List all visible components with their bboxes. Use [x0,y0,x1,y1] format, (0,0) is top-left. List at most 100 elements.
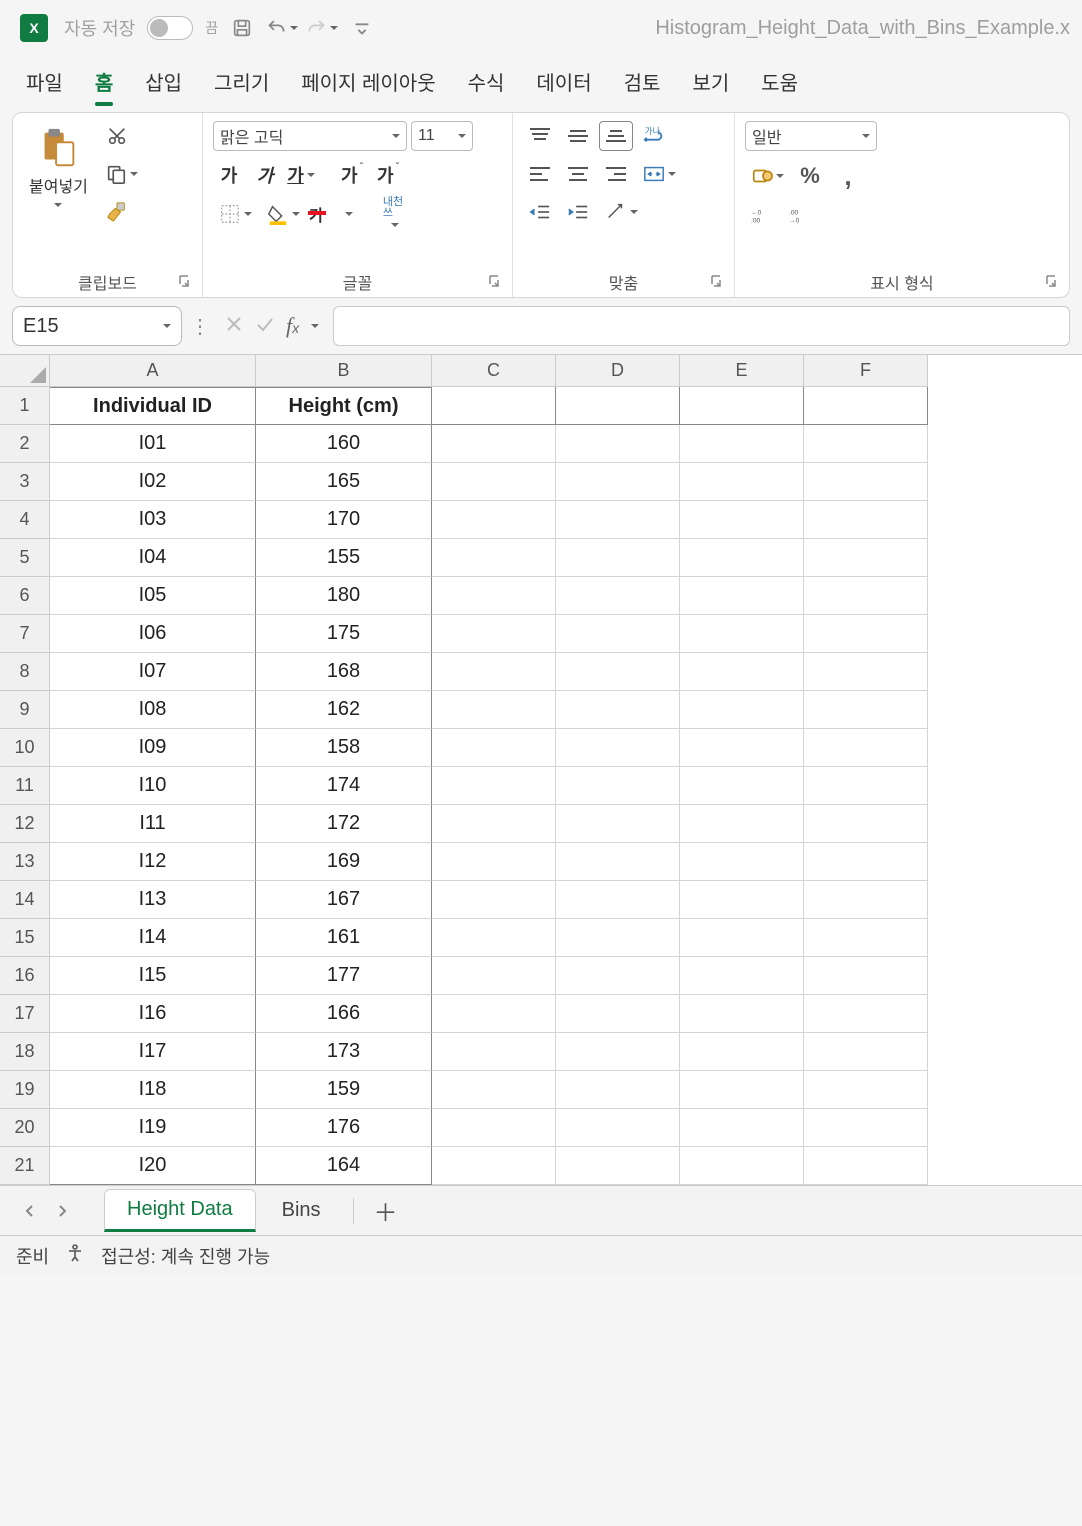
row-header[interactable]: 14 [0,881,50,919]
row-header[interactable]: 18 [0,1033,50,1071]
col-header-E[interactable]: E [680,355,804,387]
cell-A16[interactable]: I15 [50,957,256,995]
cancel-formula-icon[interactable] [224,314,244,339]
cell-B9[interactable]: 162 [256,691,432,729]
cell-C18[interactable] [432,1033,556,1071]
cell-E14[interactable] [680,881,804,919]
sheet-nav-prev[interactable] [16,1197,44,1225]
cell-E3[interactable] [680,463,804,501]
cell-F4[interactable] [804,501,928,539]
col-header-B[interactable]: B [256,355,432,387]
cell-A20[interactable]: I19 [50,1109,256,1147]
cell-F2[interactable] [804,425,928,463]
cell-D7[interactable] [556,615,680,653]
table-row[interactable]: 19I18159 [0,1071,1082,1109]
accounting-format-button[interactable] [745,161,789,191]
table-row[interactable]: 18I17173 [0,1033,1082,1071]
sheet-nav-next[interactable] [48,1197,76,1225]
col-header-C[interactable]: C [432,355,556,387]
align-top-button[interactable] [523,121,557,151]
cell-D6[interactable] [556,577,680,615]
row-header[interactable]: 19 [0,1071,50,1109]
cell-B5[interactable]: 155 [256,539,432,577]
row-header[interactable]: 2 [0,425,50,463]
cell-C16[interactable] [432,957,556,995]
number-launcher-icon[interactable] [1045,274,1059,293]
cell-E9[interactable] [680,691,804,729]
merge-center-button[interactable] [637,159,681,189]
row-header[interactable]: 7 [0,615,50,653]
table-row[interactable]: 21I20164 [0,1147,1082,1185]
cell-D19[interactable] [556,1071,680,1109]
tab-view[interactable]: 보기 [690,63,731,100]
undo-button[interactable] [266,12,298,44]
align-left-button[interactable] [523,159,557,189]
row-header[interactable]: 1 [0,387,50,425]
align-center-button[interactable] [561,159,595,189]
save-icon[interactable] [226,12,258,44]
cell-F19[interactable] [804,1071,928,1109]
cell-B19[interactable]: 159 [256,1071,432,1109]
table-row[interactable]: 15I14161 [0,919,1082,957]
cell-F13[interactable] [804,843,928,881]
cell-C20[interactable] [432,1109,556,1147]
table-row[interactable]: 1Individual IDHeight (cm) [0,387,1082,425]
cell-C11[interactable] [432,767,556,805]
cell-C14[interactable] [432,881,556,919]
cell-B4[interactable]: 170 [256,501,432,539]
comma-button[interactable]: , [831,161,865,191]
table-row[interactable]: 20I19176 [0,1109,1082,1147]
cell-B15[interactable]: 161 [256,919,432,957]
cell-A6[interactable]: I05 [50,577,256,615]
row-header[interactable]: 4 [0,501,50,539]
cell-D10[interactable] [556,729,680,767]
col-header-D[interactable]: D [556,355,680,387]
percent-button[interactable]: % [793,161,827,191]
cell-A21[interactable]: I20 [50,1147,256,1185]
cell-B13[interactable]: 169 [256,843,432,881]
cell-C3[interactable] [432,463,556,501]
tab-help[interactable]: 도움 [759,63,800,100]
cell-D3[interactable] [556,463,680,501]
enter-formula-icon[interactable] [254,314,274,339]
row-header[interactable]: 12 [0,805,50,843]
row-header[interactable]: 3 [0,463,50,501]
cell-F21[interactable] [804,1147,928,1185]
cell-E4[interactable] [680,501,804,539]
table-row[interactable]: 10I09158 [0,729,1082,767]
cell-A3[interactable]: I02 [50,463,256,501]
sheet-tab-height-data[interactable]: Height Data [104,1189,256,1232]
cell-D8[interactable] [556,653,680,691]
cell-A19[interactable]: I18 [50,1071,256,1109]
select-all-corner[interactable] [0,355,50,387]
cell-D15[interactable] [556,919,680,957]
cell-C4[interactable] [432,501,556,539]
cell-C21[interactable] [432,1147,556,1185]
cell-F15[interactable] [804,919,928,957]
align-right-button[interactable] [599,159,633,189]
cell-E12[interactable] [680,805,804,843]
cell-F12[interactable] [804,805,928,843]
cell-A17[interactable]: I16 [50,995,256,1033]
cell-F18[interactable] [804,1033,928,1071]
cell-C8[interactable] [432,653,556,691]
cell-E17[interactable] [680,995,804,1033]
cell-C1[interactable] [432,387,556,425]
cell-F9[interactable] [804,691,928,729]
font-color-button[interactable]: 가 [309,199,353,229]
underline-button[interactable]: 가 [285,159,317,191]
row-header[interactable]: 5 [0,539,50,577]
format-painter-button[interactable] [100,197,134,227]
cell-C10[interactable] [432,729,556,767]
cell-B1[interactable]: Height (cm) [256,387,432,425]
row-header[interactable]: 17 [0,995,50,1033]
autosave-toggle[interactable] [147,16,193,40]
cell-B16[interactable]: 177 [256,957,432,995]
row-header[interactable]: 21 [0,1147,50,1185]
cell-D16[interactable] [556,957,680,995]
cell-B8[interactable]: 168 [256,653,432,691]
row-header[interactable]: 10 [0,729,50,767]
italic-button[interactable]: 가 [249,159,281,191]
cell-E13[interactable] [680,843,804,881]
align-middle-button[interactable] [561,121,595,151]
